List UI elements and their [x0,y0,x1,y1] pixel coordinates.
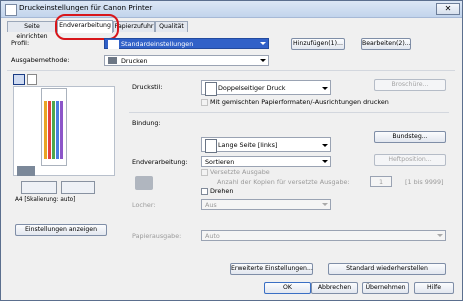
ok-button[interactable]: OK [264,282,311,294]
hole-punch-label: Locher: [132,201,156,209]
preview-caption: A4 [Skalierung: auto] [15,197,76,203]
printer-icon [108,57,117,64]
offset-output-label: Versetzte Ausgabe [210,168,270,176]
print-style-select[interactable]: Doppelseitiger Druck [201,80,331,96]
add-profile-button[interactable]: Hinzufügen(1)... [291,38,345,50]
paper-output-select[interactable]: Auto [201,230,446,241]
layout-icon [13,74,25,85]
duplex-icon [205,82,217,96]
chevron-down-icon [322,160,328,163]
advanced-settings-button[interactable]: Erweiterte Einstellungen... [230,263,313,275]
binding-icons[interactable] [61,181,95,194]
offset-count-label: Anzahl der Kopien für versetzte Ausgabe: [217,178,350,186]
print-style-label: Druckstil: [132,83,163,91]
gutter-button[interactable]: Bundsteg... [374,131,446,143]
tab-paper-source[interactable]: Papierzufuhr [113,21,155,32]
preview-bar-green [52,101,55,159]
chevron-down-icon [260,59,266,62]
offset-count-stepper[interactable]: 1 [370,176,392,187]
preview-bar-blue [56,101,59,159]
rotate-label: Drehen [210,187,234,195]
paper-output-label: Papierausgabe: [132,232,182,240]
show-settings-button[interactable]: Einstellungen anzeigen [15,224,107,236]
separator [7,70,455,71]
booklet-button[interactable]: Broschüre... [374,79,446,91]
window-title: Druckeinstellungen für Canon Printer [19,3,153,12]
document-icon [27,74,37,85]
mixed-formats-checkbox[interactable] [201,99,208,106]
staple-position-button[interactable]: Heftposition... [374,154,446,166]
finishing-select[interactable]: Sortieren [201,156,331,167]
mixed-formats-label: Mit gemischten Papierformaten/-Ausrichtu… [210,98,389,106]
restore-defaults-button[interactable]: Standard wiederherstellen [328,263,446,275]
chevron-down-icon [322,87,328,90]
binding-select[interactable]: Lange Seite [links] [201,137,331,153]
offset-range-label: [1 bis 9999] [405,178,444,186]
close-button[interactable]: ✕ [436,3,460,15]
orientation-icons[interactable] [21,181,57,194]
apply-button[interactable]: Übernehmen [362,282,409,294]
profile-label: Profil: [11,39,30,47]
profile-select[interactable]: Standardeinstellungen [104,38,269,49]
preview-bar-red [48,101,51,159]
edit-profile-button[interactable]: Bearbeiten(2)... [361,38,411,50]
stapler-icon [135,176,153,190]
finishing-label: Endverarbeitung: [132,158,188,166]
output-method-label: Ausgabemethode: [11,56,70,64]
chevron-down-icon [260,42,266,45]
binding-icon [205,139,217,153]
tab-page-setup[interactable]: Seite einrichten [7,21,57,40]
profile-icon [108,40,119,49]
preview-bar-yellow [44,101,47,159]
separator [129,112,449,113]
chevron-down-icon [322,144,328,147]
output-method-select[interactable]: Drucken [104,55,269,66]
binding-label: Bindung: [132,119,161,127]
hole-punch-select[interactable]: Aus [201,199,331,210]
printer-icon [5,4,17,16]
stapler-icon [17,166,35,176]
offset-output-checkbox[interactable] [201,169,208,176]
preview-bar-purple [60,101,63,159]
print-settings-window: Druckeinstellungen für Canon Printer ✕ S… [0,0,463,301]
help-button[interactable]: Hilfe [414,282,454,294]
cancel-button[interactable]: Abbrechen [311,282,358,294]
tab-finishing[interactable]: Endverarbeitung [57,20,113,33]
chevron-down-icon [437,234,443,237]
chevron-down-icon [322,203,328,206]
rotate-checkbox[interactable] [201,188,208,195]
tab-quality[interactable]: Qualität [155,21,188,32]
